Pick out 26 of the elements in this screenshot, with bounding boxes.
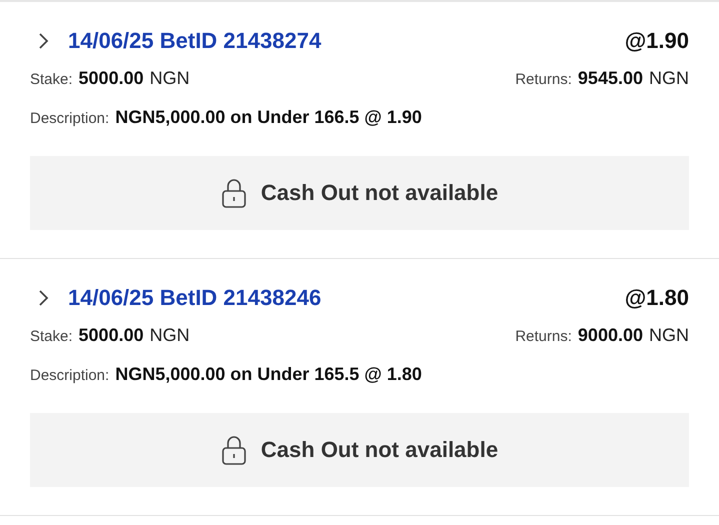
odds: @1.90 (624, 28, 689, 54)
chevron-right-icon[interactable] (38, 32, 50, 50)
padlock-icon (220, 177, 247, 209)
returns-currency: NGN (649, 325, 689, 346)
padlock-icon (220, 434, 247, 466)
cash-out-button[interactable]: Cash Out not available (30, 156, 689, 230)
returns-currency: NGN (649, 68, 689, 89)
bet-title[interactable]: 14/06/25 BetID 21438274 (68, 28, 322, 54)
returns-label: Returns: (515, 328, 572, 345)
stake-currency: NGN (150, 68, 190, 89)
description-text: NGN5,000.00 on Under 166.5 @ 1.90 (115, 107, 422, 128)
returns-value: 9000.00 (578, 325, 643, 346)
stake-label: Stake: (30, 71, 73, 88)
returns-label: Returns: (515, 71, 572, 88)
description-text: NGN5,000.00 on Under 165.5 @ 1.80 (115, 364, 422, 385)
stake-currency: NGN (150, 325, 190, 346)
stake-value: 5000.00 (78, 325, 144, 346)
description-label: Description: (30, 367, 110, 384)
bet-title[interactable]: 14/06/25 BetID 21438246 (68, 285, 322, 311)
stake-label: Stake: (30, 328, 73, 345)
description-label: Description: (30, 110, 110, 127)
chevron-right-icon[interactable] (38, 289, 50, 307)
returns-value: 9545.00 (578, 68, 643, 89)
stake-value: 5000.00 (78, 68, 144, 89)
cash-out-button[interactable]: Cash Out not available (30, 413, 689, 487)
odds: @1.80 (624, 285, 689, 311)
